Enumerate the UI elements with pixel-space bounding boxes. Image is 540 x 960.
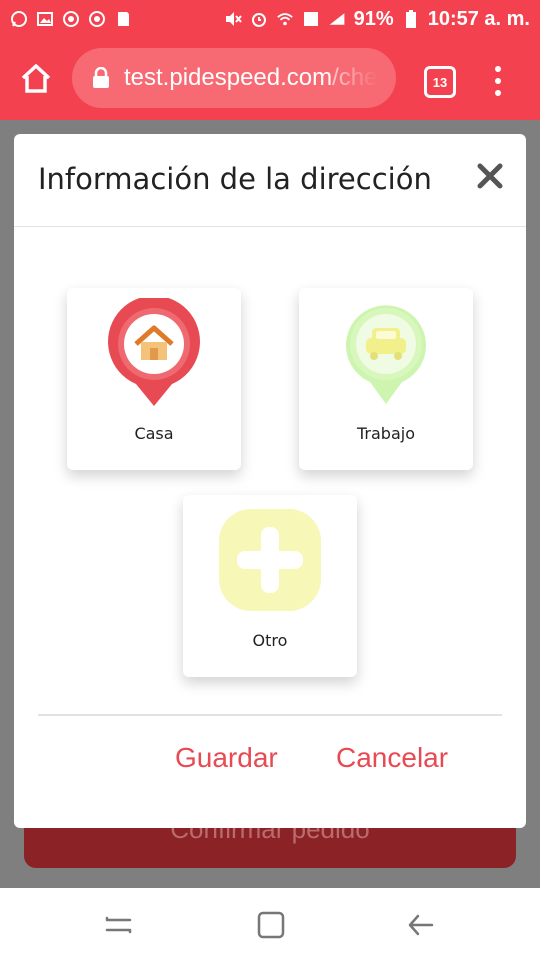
modal-title: Información de la dirección	[38, 162, 432, 196]
close-button[interactable]	[476, 162, 504, 190]
modal-header: Información de la dirección	[14, 134, 526, 227]
url-path: /che	[332, 64, 378, 91]
address-info-modal: Información de la dirección Casa Trabajo…	[14, 134, 526, 828]
browser-toolbar: test.pidespeed.com/che 13	[0, 38, 540, 120]
home-button[interactable]	[18, 60, 54, 96]
wifi-icon	[276, 10, 294, 28]
home-nav-icon	[257, 911, 285, 939]
battery-percent: 91%	[353, 7, 394, 30]
option-label: Otro	[252, 631, 288, 650]
back-arrow-icon	[408, 914, 434, 936]
address-option-trabajo[interactable]: Trabajo	[299, 288, 473, 470]
menu-dot	[495, 66, 501, 72]
chrome-icon	[62, 10, 80, 28]
chrome-icon-2	[88, 10, 106, 28]
lock-icon	[93, 67, 109, 88]
whatsapp-icon	[10, 10, 28, 28]
tab-switcher-button[interactable]: 13	[424, 66, 456, 98]
close-icon	[477, 163, 503, 189]
option-label: Trabajo	[357, 424, 415, 443]
home-icon	[21, 64, 51, 93]
recent-apps-icon	[105, 916, 132, 934]
status-bar: 91% 10:57 a. m.	[0, 0, 540, 38]
battery-icon	[402, 10, 420, 28]
mute-icon	[224, 10, 242, 28]
status-right-icons: 91% 10:57 a. m.	[224, 8, 530, 31]
menu-dot	[495, 78, 501, 84]
option-label: Casa	[134, 424, 174, 443]
save-button[interactable]: Guardar	[175, 742, 278, 774]
address-option-casa[interactable]: Casa	[67, 288, 241, 470]
status-left-icons	[10, 10, 132, 28]
car-pin-icon	[346, 305, 426, 404]
cancel-button[interactable]: Cancelar	[336, 742, 448, 774]
home-nav-button[interactable]	[256, 910, 286, 940]
address-bar[interactable]: test.pidespeed.com/che	[72, 48, 396, 108]
recent-apps-button[interactable]	[104, 910, 134, 940]
overflow-menu-button[interactable]	[488, 66, 508, 96]
address-option-otro[interactable]: Otro	[183, 495, 357, 677]
menu-dot	[495, 90, 501, 96]
url-domain: test.pidespeed.com	[124, 64, 333, 91]
plus-icon	[219, 509, 321, 611]
signal-icon	[328, 10, 346, 28]
system-nav-bar	[0, 888, 540, 960]
sd-card-icon	[114, 10, 132, 28]
url-text: test.pidespeed.com/che	[124, 64, 378, 92]
back-button[interactable]	[406, 910, 436, 940]
alarm-icon	[250, 10, 268, 28]
home-pin-icon	[108, 298, 200, 406]
clock: 10:57 a. m.	[427, 7, 530, 30]
gallery-icon	[36, 10, 54, 28]
modal-divider	[38, 714, 502, 716]
sim-icon	[302, 10, 320, 28]
